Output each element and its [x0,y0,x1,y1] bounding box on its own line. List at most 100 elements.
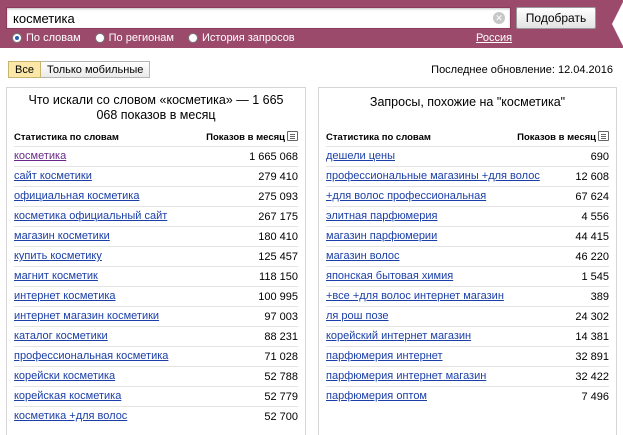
mode-label: По регионам [108,32,174,44]
shows-count: 389 [590,290,609,303]
columns-icon[interactable] [598,131,609,141]
search-mode-group: По словам По регионам История запросов [12,32,295,44]
keyword-link[interactable]: парфюмерия интернет магазин [326,370,486,383]
filter-all-button[interactable]: Все [8,61,41,78]
shows-count: 180 410 [258,230,298,243]
keyword-link[interactable]: купить косметику [14,250,102,263]
mode-label: По словам [26,32,81,44]
panel-title: Запросы, похожие на "косметика" [369,95,566,109]
mode-label: История запросов [202,32,295,44]
table-row: официальная косметика 275 093 [14,186,298,206]
keyword-link[interactable]: сайт косметики [14,170,92,183]
shows-count: 44 415 [575,230,609,243]
table-row: купить косметику 125 457 [14,246,298,266]
search-box: ✕ [6,7,511,29]
table-row: корейски косметика 52 788 [14,366,298,386]
mode-history[interactable]: История запросов [188,32,295,44]
table-row: магнит косметик 118 150 [14,266,298,286]
keyword-link[interactable]: парфюмерия интернет [326,350,443,363]
keyword-link[interactable]: магазин волос [326,250,400,263]
radio-icon[interactable] [94,33,105,43]
keyword-link[interactable]: профессиональная косметика [14,350,168,363]
right-panel: Запросы, похожие на "косметика" Статисти… [318,87,617,435]
shows-count: 32 891 [575,350,609,363]
clear-icon[interactable]: ✕ [493,12,505,24]
shows-count: 1 545 [581,270,609,283]
table-row: парфюмерия интернет 32 891 [326,346,609,366]
shows-count: 88 231 [264,330,298,343]
shows-count: 52 788 [264,370,298,383]
table-row: магазин косметики 180 410 [14,226,298,246]
keyword-link[interactable]: парфюмерия оптом [326,390,427,403]
filter-mobile-button[interactable]: Только мобильные [40,61,151,78]
search-header: ✕ Подобрать По словам По регионам Истори… [0,0,623,48]
keyword-link[interactable]: корейски косметика [14,370,115,383]
column-words-label: Статистика по словам [326,131,431,143]
table-row: каталог косметики 88 231 [14,326,298,346]
shows-count: 118 150 [259,270,298,283]
last-update-text: Последнее обновление: 12.04.2016 [431,64,613,76]
keyword-link[interactable]: элитная парфюмерия [326,210,437,223]
keyword-link[interactable]: косметика официальный сайт [14,210,167,223]
table-row: парфюмерия интернет магазин 32 422 [326,366,609,386]
left-panel: Что искали со словом «косметика» — 1 665… [6,87,306,435]
shows-count: 4 556 [581,210,609,223]
shows-count: 1 665 068 [249,150,298,163]
table-row: косметика 1 665 068 [14,146,298,166]
shows-count: 71 028 [264,350,298,363]
keyword-link[interactable]: магазин парфюмерии [326,230,437,243]
device-filter: Все Только мобильные [8,61,151,78]
table-row: дешели цены 690 [326,146,609,166]
shows-count: 100 995 [258,290,298,303]
keyword-link[interactable]: магнит косметик [14,270,98,283]
table-row: ля рош позе 24 302 [326,306,609,326]
keyword-link[interactable]: магазин косметики [14,230,110,243]
shows-count: 12 608 [575,170,609,183]
keyword-link[interactable]: косметика +для волос [14,410,127,423]
radio-icon[interactable] [188,33,198,43]
column-shows-label: Показов в месяц [206,131,298,143]
table-row: магазин парфюмерии 44 415 [326,226,609,246]
column-header: Статистика по словам Показов в месяц [326,130,609,144]
shows-count: 52 700 [264,410,298,423]
shows-count: 279 410 [258,170,298,183]
keyword-link[interactable]: интернет магазин косметики [14,310,159,323]
table-row: интернет магазин косметики 97 003 [14,306,298,326]
keyword-link[interactable]: +все +для волос интернет магазин [326,290,504,303]
mode-by-words[interactable]: По словам [12,32,81,44]
columns-icon[interactable] [287,131,298,141]
shows-count: 52 779 [264,390,298,403]
right-rows: дешели цены 690 профессиональные магазины … [326,146,609,406]
table-row: профессиональная косметика 71 028 [14,346,298,366]
submit-button[interactable]: Подобрать [516,7,596,29]
keyword-link[interactable]: ля рош позе [326,310,389,323]
keyword-link[interactable]: профессиональные магазины +для волос [326,170,540,183]
table-row: парфюмерия оптом 7 496 [326,386,609,406]
keyword-link[interactable]: дешели цены [326,150,395,163]
radio-selected-icon[interactable] [12,33,22,43]
table-row: корейская косметика 52 779 [14,386,298,406]
table-row: +для волос профессиональная 67 624 [326,186,609,206]
keyword-link[interactable]: официальная косметика [14,190,139,203]
keyword-link[interactable]: японская бытовая химия [326,270,453,283]
search-input[interactable] [7,8,487,28]
keyword-link[interactable]: корейский интернет магазин [326,330,471,343]
shows-count: 267 175 [258,210,298,223]
column-shows-label: Показов в месяц [517,131,609,143]
table-row: косметика +для волос 52 700 [14,406,298,426]
shows-count: 14 381 [575,330,609,343]
keyword-link[interactable]: косметика [14,150,66,163]
keyword-link[interactable]: интернет косметика [14,290,116,303]
left-rows: косметика 1 665 068 сайт косметики 279 410 о… [14,146,298,426]
table-row: магазин волос 46 220 [326,246,609,266]
shows-count: 275 093 [258,190,298,203]
panel-title: Что искали со словом «косметика» — 1 665… [28,93,284,122]
mode-by-regions[interactable]: По регионам [94,32,174,44]
keyword-link[interactable]: каталог косметики [14,330,108,343]
table-row: корейский интернет магазин 14 381 [326,326,609,346]
keyword-link[interactable]: корейская косметика [14,390,121,403]
region-link[interactable]: Россия [476,32,512,44]
shows-count: 97 003 [264,310,298,323]
keyword-link[interactable]: +для волос профессиональная [326,190,486,203]
shows-count: 7 496 [581,390,609,403]
